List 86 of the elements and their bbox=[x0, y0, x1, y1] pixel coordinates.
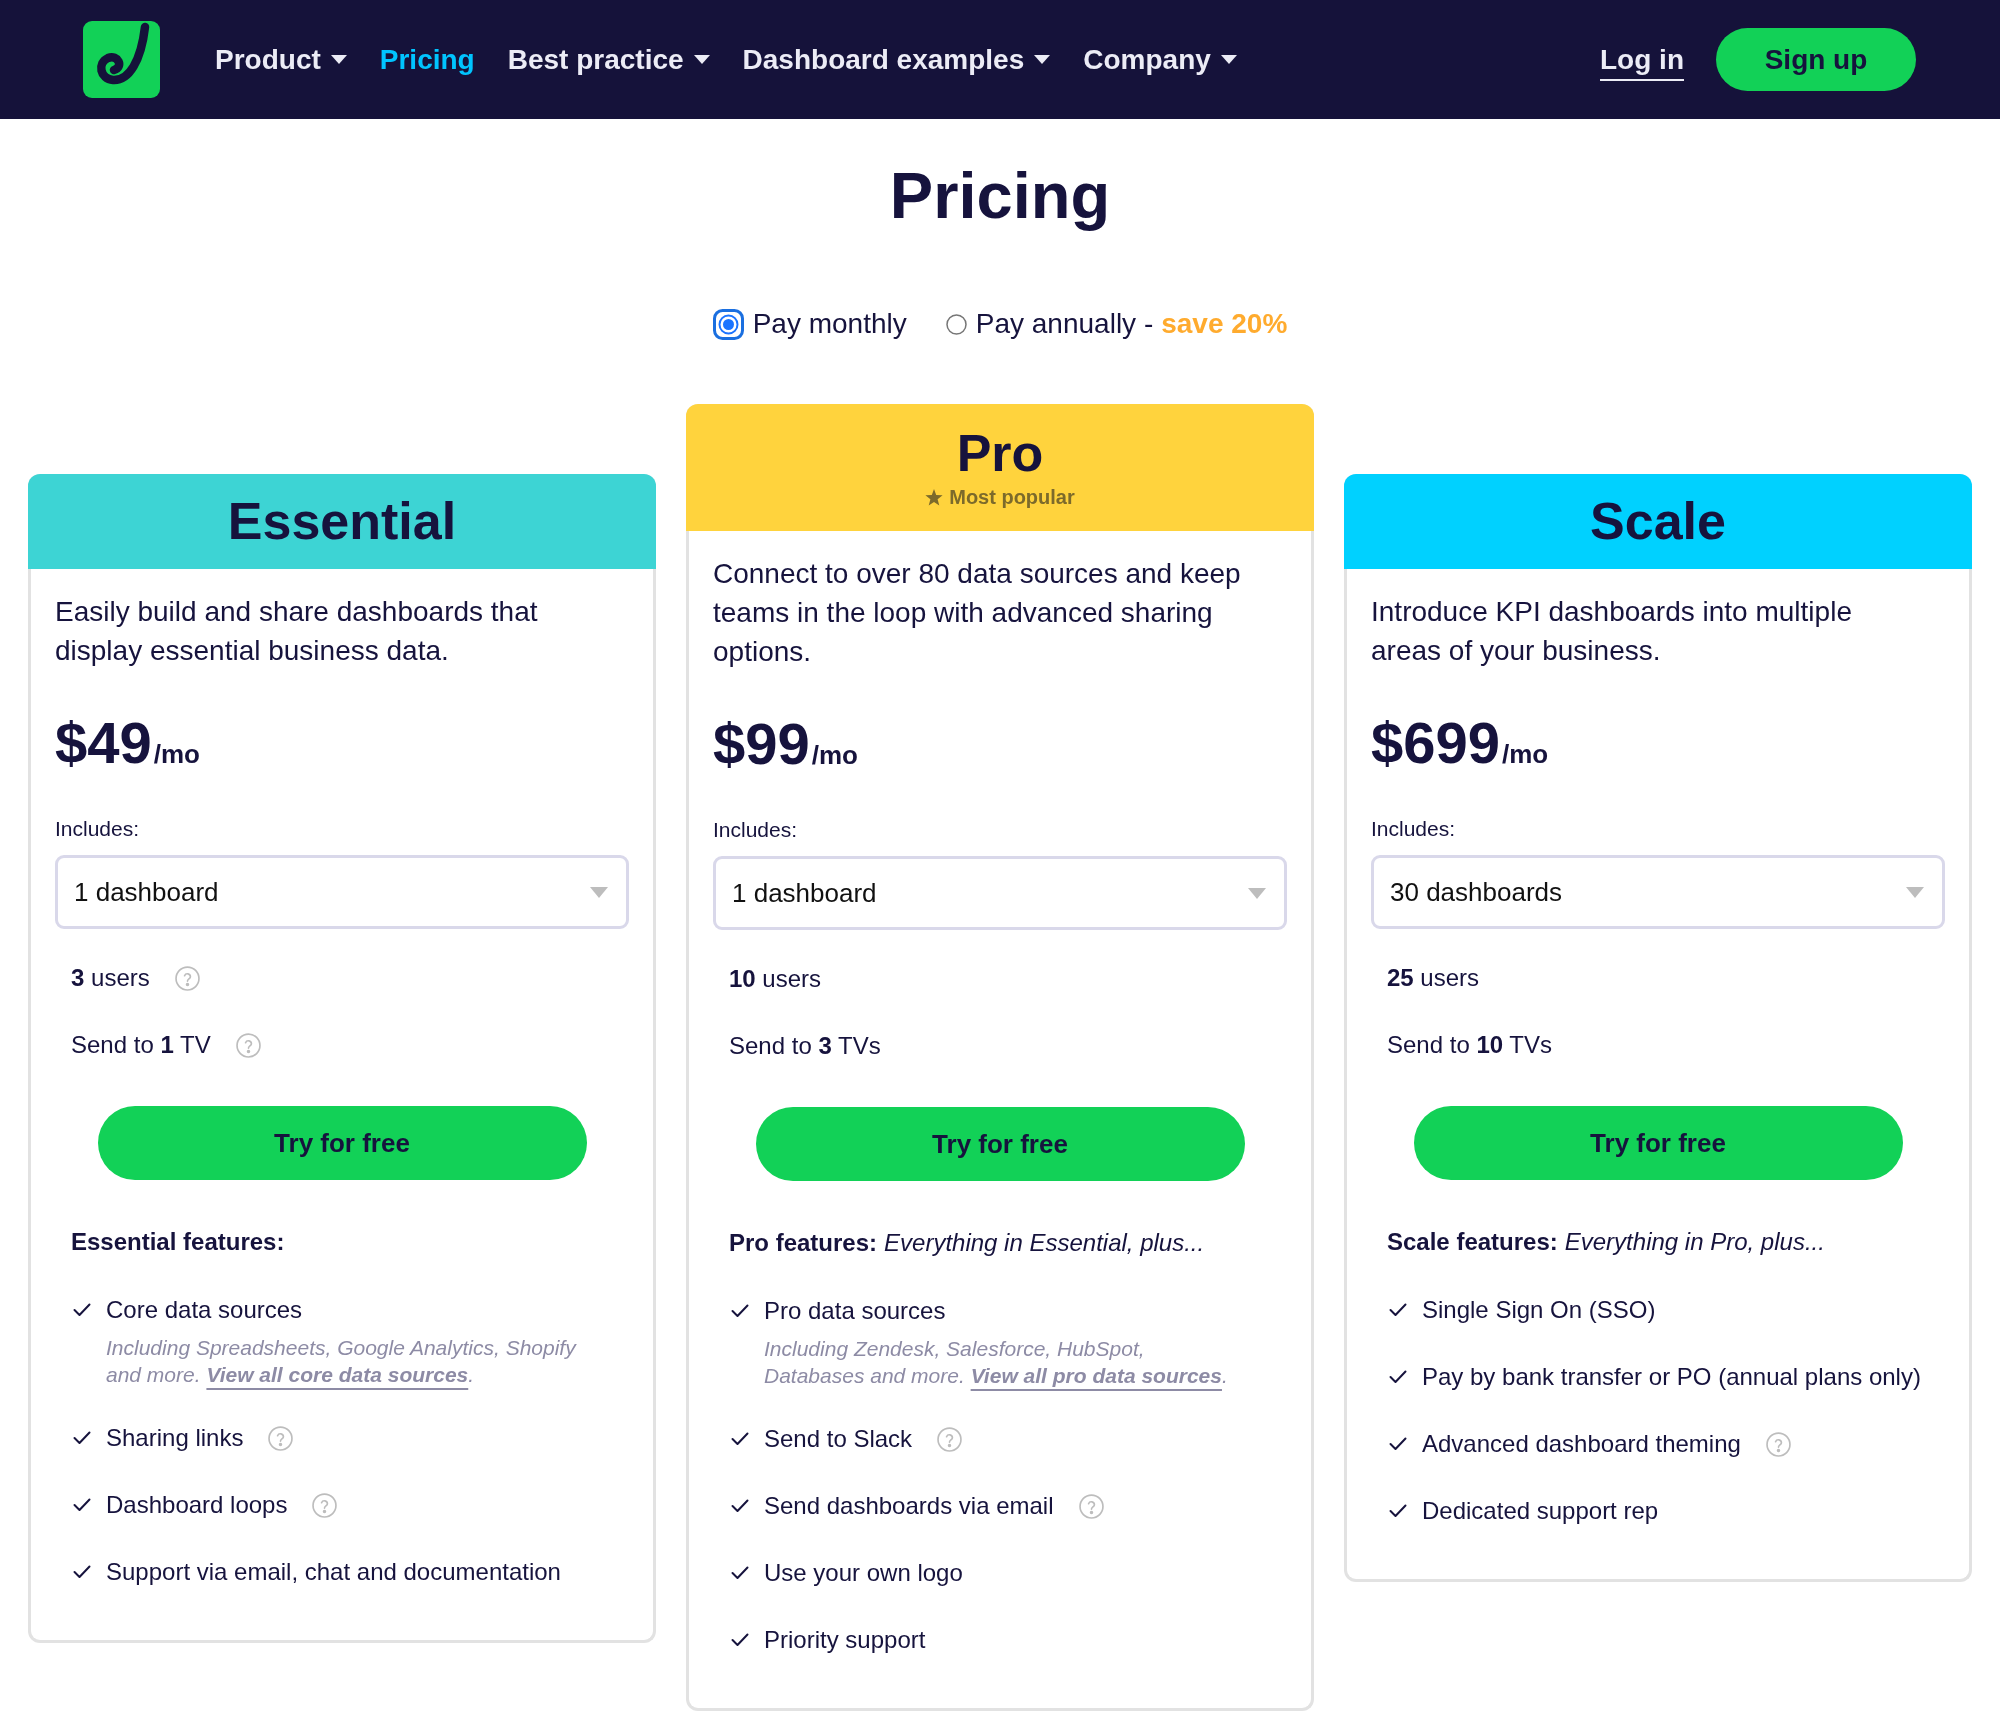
help-icon[interactable] bbox=[174, 965, 200, 991]
feature-text: Advanced dashboard theming bbox=[1422, 1429, 1741, 1459]
feature-text: Single Sign On (SSO) bbox=[1422, 1295, 1656, 1325]
feature-text: Sharing links bbox=[106, 1423, 244, 1453]
try-for-free-button[interactable]: Try for free bbox=[1413, 1106, 1903, 1180]
includes-label: Includes: bbox=[1371, 816, 1457, 842]
radio-button[interactable] bbox=[945, 313, 967, 335]
caret-icon bbox=[1906, 886, 1924, 898]
help-icon[interactable] bbox=[312, 1492, 338, 1518]
help-icon[interactable] bbox=[1765, 1431, 1791, 1457]
feature-note: Including Zendesk, Salesforce, HubSpot, Databases and more. View all pro data sources. bbox=[764, 1336, 1229, 1389]
price-amount: $699 bbox=[1371, 709, 1501, 777]
feature-text: Send to Slack bbox=[764, 1424, 913, 1454]
feature-text: Send dashboards via email bbox=[764, 1491, 1054, 1521]
limit-text: Send to 3 TVs bbox=[729, 1031, 881, 1061]
feature-text: Support via email, chat and documentation bbox=[106, 1557, 561, 1587]
discount-label: save 20% bbox=[1161, 307, 1288, 341]
check-icon bbox=[731, 1566, 749, 1580]
radio-button[interactable] bbox=[712, 308, 744, 340]
check-icon bbox=[73, 1431, 91, 1445]
help-icon[interactable] bbox=[235, 1032, 261, 1058]
help-icon[interactable] bbox=[937, 1426, 963, 1452]
try-for-free-button[interactable]: Try for free bbox=[755, 1107, 1245, 1181]
limit-text: 3 users bbox=[71, 963, 150, 993]
feature-text: Priority support bbox=[764, 1625, 926, 1655]
help-icon[interactable] bbox=[1078, 1493, 1104, 1519]
plan-description: Connect to over 80 data sources and keep teams in the loop with advanced sharing options. bbox=[713, 557, 1242, 669]
check-icon bbox=[73, 1303, 91, 1317]
check-icon bbox=[1389, 1437, 1407, 1451]
features-heading: Scale features: bbox=[1387, 1227, 1558, 1257]
includes-label: Includes: bbox=[713, 817, 799, 843]
nav-link[interactable]: Pricing bbox=[379, 42, 475, 77]
check-icon bbox=[731, 1633, 749, 1647]
nav-link[interactable]: Product bbox=[215, 42, 347, 77]
try-for-free-button[interactable]: Try for free bbox=[97, 1106, 587, 1180]
logo-icon[interactable] bbox=[83, 21, 160, 98]
check-icon bbox=[731, 1304, 749, 1318]
check-icon bbox=[73, 1565, 91, 1579]
limit-text: Send to 1 TV bbox=[71, 1030, 211, 1060]
nav-link[interactable]: Company bbox=[1083, 42, 1237, 77]
feature-note: Including Spreadsheets, Google Analytics, Shopify and more. View all core data sources. bbox=[106, 1335, 578, 1388]
check-icon bbox=[73, 1498, 91, 1512]
plan-name: Essential bbox=[226, 491, 458, 551]
nav-link[interactable]: Dashboard examples bbox=[742, 42, 1051, 77]
feature-text: Pay by bank transfer or PO (annual plans only) bbox=[1422, 1362, 1921, 1392]
features-heading: Essential features: bbox=[71, 1227, 285, 1257]
features-heading: Pro features: bbox=[729, 1228, 878, 1258]
plan-description: Introduce KPI dashboards into multiple areas of your business. bbox=[1371, 595, 1853, 668]
nav-link[interactable]: Best practice bbox=[507, 42, 710, 77]
price-amount: $99 bbox=[713, 710, 810, 778]
dashboards-select[interactable]: 1 dashboard bbox=[55, 855, 629, 929]
caret-icon bbox=[590, 886, 608, 898]
check-icon bbox=[731, 1499, 749, 1513]
plan-description: Easily build and share dashboards that display essential business data. bbox=[55, 595, 539, 668]
feature-text: Dedicated support rep bbox=[1422, 1496, 1659, 1526]
star-icon bbox=[925, 488, 944, 506]
plan-name: Pro bbox=[955, 423, 1045, 483]
badge-label: Most popular bbox=[949, 485, 1075, 509]
price-period: /mo bbox=[811, 739, 858, 772]
check-icon bbox=[1389, 1370, 1407, 1384]
radio-label: Pay monthly bbox=[752, 307, 907, 341]
plan-name: Scale bbox=[1589, 491, 1727, 551]
signup-button[interactable]: Sign up bbox=[1716, 28, 1916, 91]
limit-text: 25 users bbox=[1387, 963, 1480, 993]
feature-text: Dashboard loops bbox=[106, 1490, 288, 1520]
caret-icon bbox=[1248, 887, 1266, 899]
feature-text: Pro data sources bbox=[764, 1296, 946, 1326]
dashboards-select[interactable]: 30 dashboards bbox=[1371, 855, 1945, 929]
price-period: /mo bbox=[1502, 738, 1549, 771]
includes-label: Includes: bbox=[55, 816, 141, 842]
help-icon[interactable] bbox=[268, 1425, 294, 1451]
feature-text: Core data sources bbox=[106, 1295, 303, 1325]
check-icon bbox=[1389, 1303, 1407, 1317]
features-subheading: Everything in Essential, plus... bbox=[884, 1228, 1205, 1258]
feature-text: Use your own logo bbox=[764, 1558, 963, 1588]
radio-label: Pay annually - bbox=[975, 307, 1154, 341]
check-icon bbox=[731, 1432, 749, 1446]
price-amount: $49 bbox=[55, 709, 152, 777]
login-link[interactable]: Log in bbox=[1600, 42, 1684, 77]
limit-text: Send to 10 TVs bbox=[1387, 1030, 1552, 1060]
price-period: /mo bbox=[153, 738, 200, 771]
check-icon bbox=[1389, 1504, 1407, 1518]
dashboards-select[interactable]: 1 dashboard bbox=[713, 856, 1287, 930]
features-subheading: Everything in Pro, plus... bbox=[1564, 1227, 1825, 1257]
page-title: Pricing bbox=[888, 158, 1112, 234]
limit-text: 10 users bbox=[729, 964, 822, 994]
